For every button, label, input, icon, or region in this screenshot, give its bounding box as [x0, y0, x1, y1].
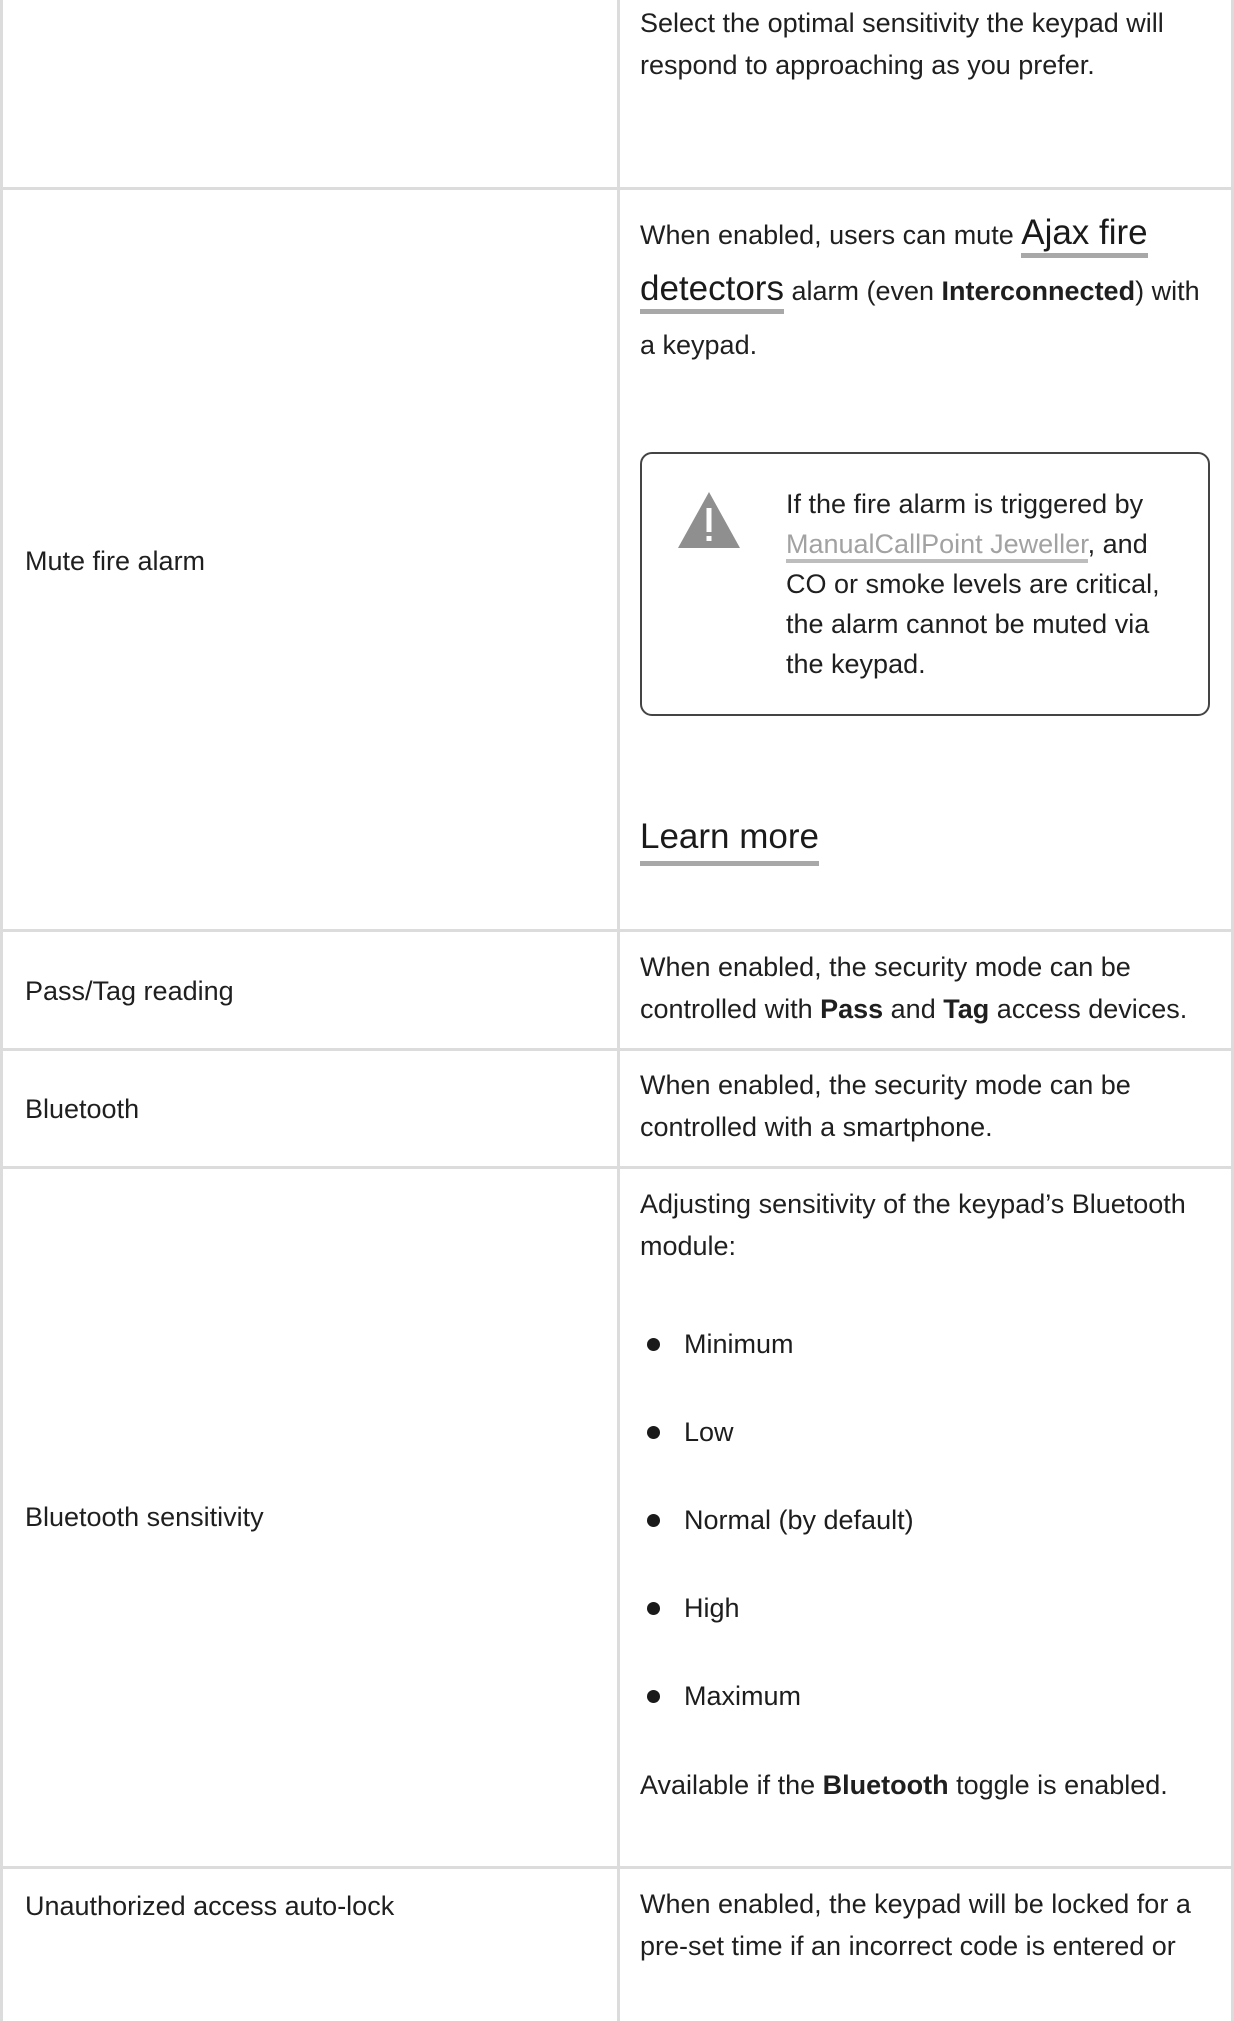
availability-note: Available if the Bluetooth toggle is ena…: [640, 1764, 1220, 1806]
sensitivity-description: Select the optimal sensitivity the keypa…: [640, 8, 1164, 80]
bluetooth-description: When enabled, the security mode can be c…: [640, 1070, 1131, 1142]
pass-tag-text: access devices.: [989, 994, 1188, 1024]
table-column-divider: [617, 0, 620, 2021]
pass-bold: Pass: [820, 994, 884, 1024]
row-divider: [0, 929, 1234, 932]
interconnected-bold: Interconnected: [941, 276, 1136, 306]
setting-label: Mute fire alarm: [25, 546, 206, 576]
manualcallpoint-link[interactable]: ManualCallPoint Jeweller: [786, 529, 1088, 563]
availability-text: toggle is enabled.: [948, 1770, 1168, 1800]
learn-more-link[interactable]: Learn more: [640, 815, 819, 866]
description-cell: When enabled, the keypad will be locked …: [640, 1883, 1220, 1967]
warning-icon: [678, 492, 740, 548]
pass-tag-text: and: [883, 994, 944, 1024]
mute-description-text: When enabled, users can mute: [640, 220, 1022, 250]
mute-description-text: alarm (even: [783, 276, 942, 306]
list-item: Normal (by default): [640, 1498, 914, 1586]
description-cell: When enabled, the security mode can be c…: [640, 1064, 1220, 1148]
bluetooth-bold: Bluetooth: [822, 1770, 949, 1800]
availability-text: Available if the: [640, 1770, 823, 1800]
list-item: Maximum: [640, 1674, 914, 1762]
sensitivity-options-list: Minimum Low Normal (by default) High Max…: [640, 1322, 914, 1762]
description-cell: Select the optimal sensitivity the keypa…: [640, 2, 1220, 86]
setting-label: Pass/Tag reading: [25, 976, 234, 1006]
description-cell: When enabled, the security mode can be c…: [640, 946, 1220, 1030]
description-cell: Adjusting sensitivity of the keypad’s Bl…: [640, 1183, 1220, 1267]
list-item: Low: [640, 1410, 914, 1498]
auto-lock-description: When enabled, the keypad will be locked …: [640, 1889, 1191, 1961]
callout-text-before: If the fire alarm is triggered by: [786, 489, 1144, 519]
list-item: Minimum: [640, 1322, 914, 1410]
description-cell: When enabled, users can mute Ajax fire d…: [640, 206, 1220, 372]
row-divider: [0, 1866, 1234, 1869]
tag-bold: Tag: [943, 994, 990, 1024]
setting-label: Unauthorized access auto-lock: [25, 1891, 395, 1921]
row-divider: [0, 187, 1234, 190]
warning-callout: If the fire alarm is triggered by Manual…: [640, 452, 1210, 716]
table-left-border: [0, 0, 3, 2021]
bluetooth-sensitivity-intro: Adjusting sensitivity of the keypad’s Bl…: [640, 1189, 1186, 1261]
setting-label: Bluetooth sensitivity: [25, 1502, 264, 1532]
list-item: High: [640, 1586, 914, 1674]
row-divider: [0, 1166, 1234, 1169]
callout-text: If the fire alarm is triggered by Manual…: [786, 484, 1186, 684]
row-divider: [0, 1048, 1234, 1051]
setting-label: Bluetooth: [25, 1094, 140, 1124]
